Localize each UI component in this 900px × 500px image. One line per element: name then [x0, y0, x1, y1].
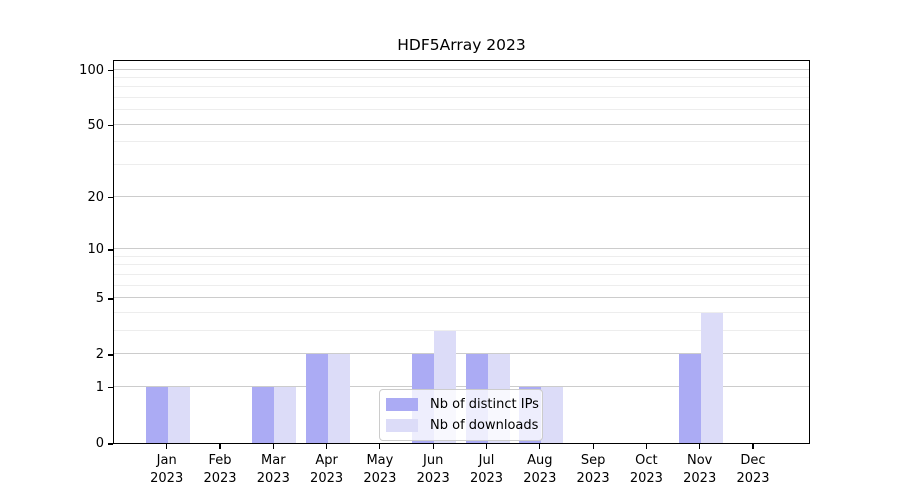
gridline-major	[114, 124, 809, 125]
gridline-minor	[114, 77, 809, 78]
x-tick-mark	[539, 444, 540, 449]
gridline-minor	[114, 256, 809, 257]
bar-jan-nb-of-downloads	[168, 387, 190, 443]
gridline-major	[114, 196, 809, 197]
x-tick-mark	[433, 444, 434, 449]
y-tick-mark	[108, 298, 113, 299]
y-tick-mark	[108, 443, 113, 444]
x-tick-mark	[219, 444, 220, 449]
gridline-minor	[114, 164, 809, 165]
figure: HDF5Array 2023 Nb of distinct IPs Nb of …	[0, 0, 900, 500]
gridline-minor	[114, 274, 809, 275]
y-tick-label: 5	[0, 291, 104, 307]
bar-nov-nb-of-distinct-ips	[679, 354, 701, 443]
bar-mar-nb-of-distinct-ips	[252, 387, 274, 443]
bar-nov-nb-of-downloads	[701, 313, 723, 443]
y-tick-mark	[108, 197, 113, 198]
bar-apr-nb-of-distinct-ips	[306, 354, 328, 443]
x-tick-mark	[699, 444, 700, 449]
gridline-major	[114, 297, 809, 298]
y-tick-label: 20	[0, 190, 104, 206]
x-tick-mark	[646, 444, 647, 449]
x-tick-label-dec: Dec 2023	[721, 452, 785, 487]
y-tick-label: 1	[0, 380, 104, 396]
y-tick-label: 10	[0, 242, 104, 258]
y-tick-mark	[108, 125, 113, 126]
chart-title: HDF5Array 2023	[113, 36, 810, 56]
legend: Nb of distinct IPs Nb of downloads	[379, 389, 543, 441]
gridline-minor	[114, 109, 809, 110]
bar-mar-nb-of-downloads	[274, 387, 296, 443]
plot-area: Nb of distinct IPs Nb of downloads	[113, 60, 810, 444]
bar-jan-nb-of-distinct-ips	[146, 387, 168, 443]
x-tick-mark	[273, 444, 274, 449]
x-tick-mark	[593, 444, 594, 449]
x-tick-mark	[326, 444, 327, 449]
gridline-minor	[114, 285, 809, 286]
y-tick-mark	[108, 249, 113, 250]
y-tick-mark	[108, 387, 113, 388]
x-tick-mark	[486, 444, 487, 449]
gridline-minor	[114, 97, 809, 98]
x-tick-mark	[166, 444, 167, 449]
legend-item-downloads: Nb of downloads	[386, 417, 534, 434]
y-tick-mark	[108, 70, 113, 71]
x-tick-mark	[752, 444, 753, 449]
gridline-minor	[114, 86, 809, 87]
gridline-minor	[114, 264, 809, 265]
gridline-major	[114, 248, 809, 249]
legend-swatch-downloads	[386, 419, 418, 432]
y-tick-label: 2	[0, 347, 104, 363]
y-tick-label: 0	[0, 436, 104, 452]
bar-apr-nb-of-downloads	[328, 354, 350, 443]
legend-swatch-distinct-ips	[386, 398, 418, 411]
y-tick-label: 100	[0, 63, 104, 79]
x-tick-mark	[379, 444, 380, 449]
legend-label: Nb of distinct IPs	[430, 396, 539, 413]
gridline-minor	[114, 141, 809, 142]
y-tick-label: 50	[0, 118, 104, 134]
legend-item-distinct-ips: Nb of distinct IPs	[386, 396, 534, 413]
y-tick-mark	[108, 354, 113, 355]
legend-label: Nb of downloads	[430, 417, 538, 434]
bar-aug-nb-of-downloads	[541, 387, 563, 443]
gridline-major	[114, 69, 809, 70]
